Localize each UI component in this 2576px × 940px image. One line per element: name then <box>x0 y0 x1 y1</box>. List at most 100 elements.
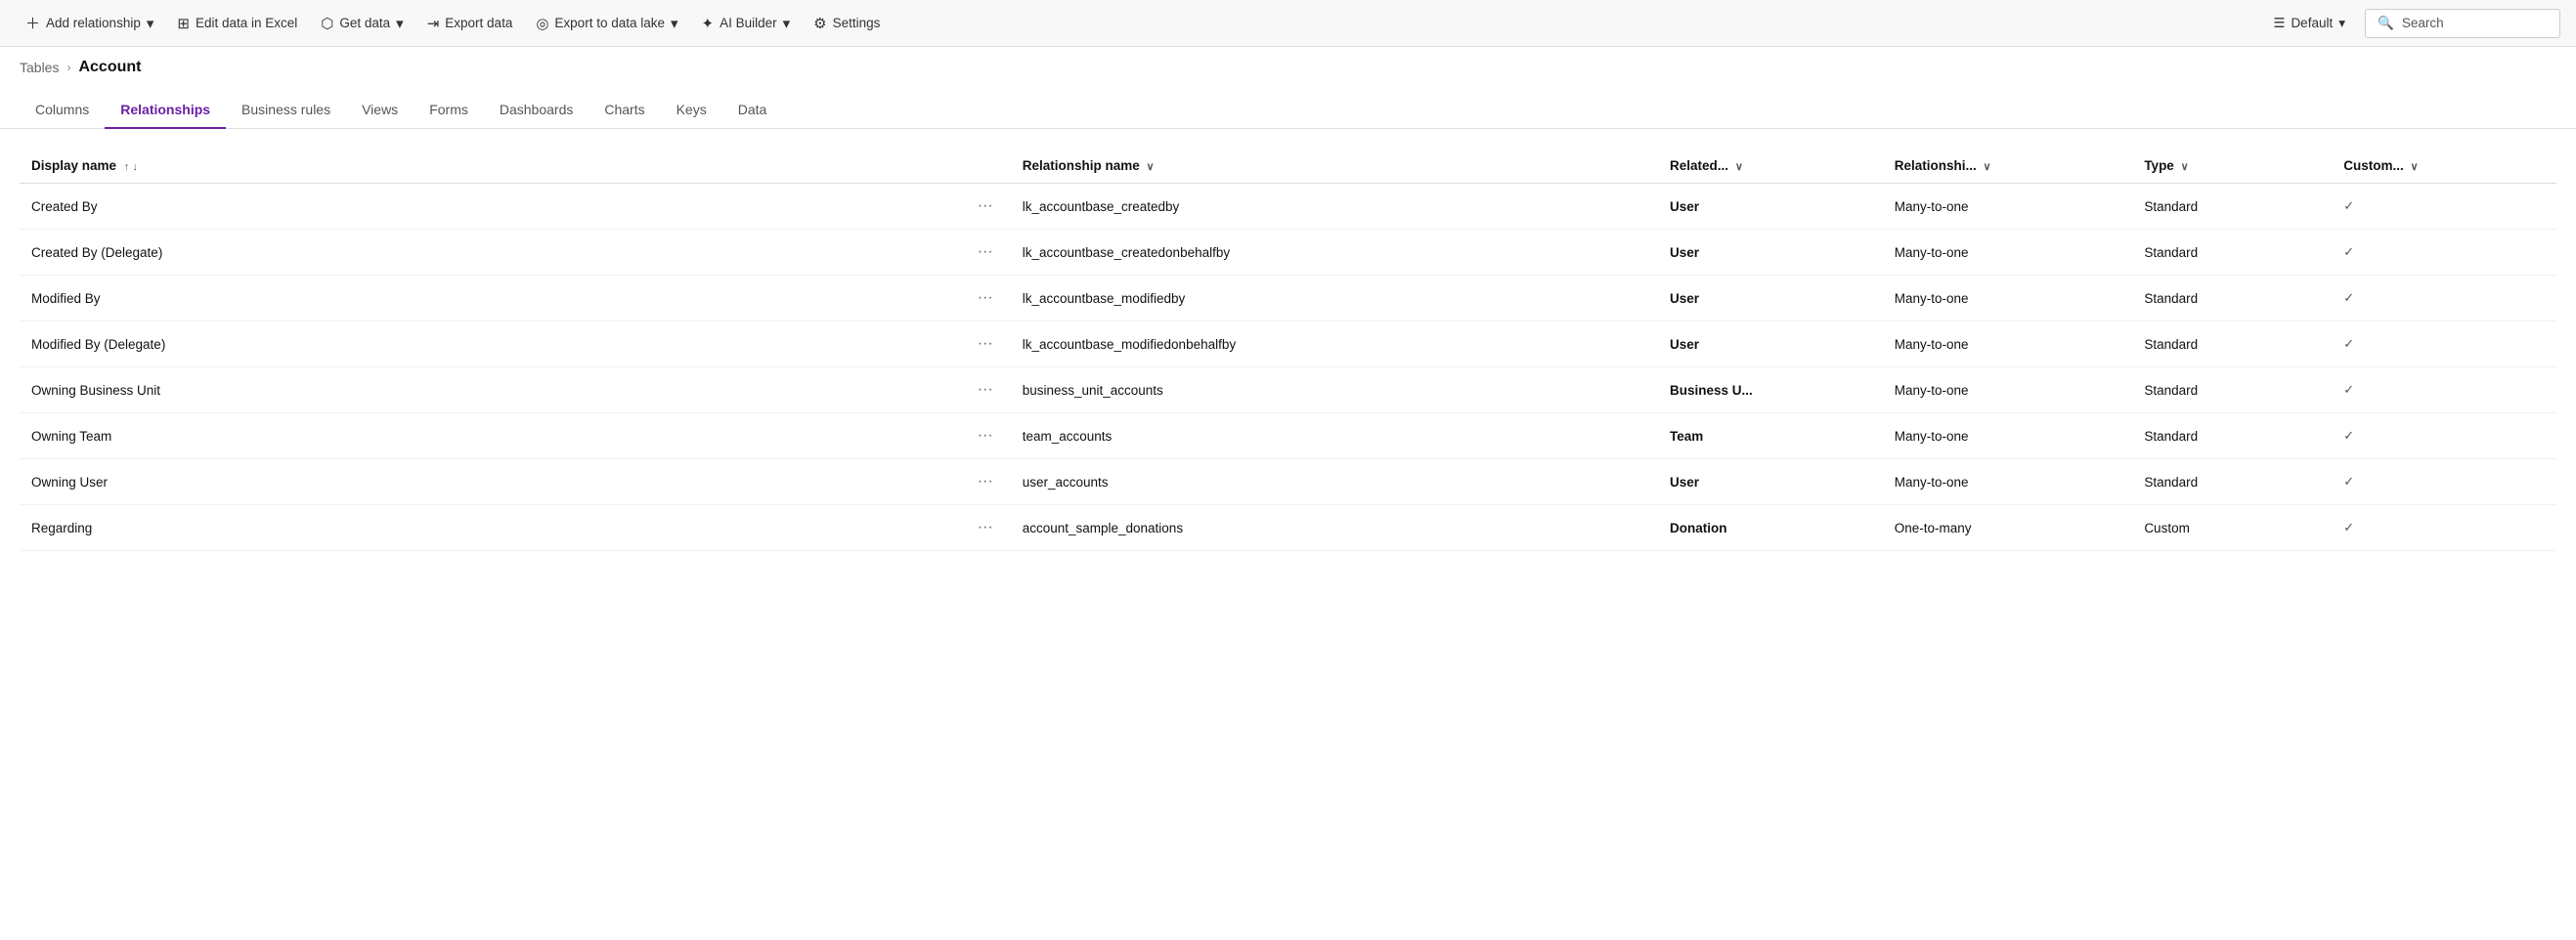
tab-data[interactable]: Data <box>722 92 783 129</box>
table-row: Regarding ··· account_sample_donations D… <box>20 505 2556 551</box>
tab-business-rules[interactable]: Business rules <box>226 92 346 129</box>
row-menu-button[interactable]: ··· <box>972 471 999 492</box>
table-body: Created By ··· lk_accountbase_createdby … <box>20 184 2556 551</box>
cell-dots[interactable]: ··· <box>960 459 1011 505</box>
tab-columns[interactable]: Columns <box>20 92 105 129</box>
search-label: Search <box>2402 16 2444 30</box>
cell-type: Standard <box>2132 230 2332 276</box>
cell-display-name: Owning Team <box>20 413 960 459</box>
get-data-icon: ⬡ <box>321 15 333 32</box>
toolbar-right: ☰ Default ▾ 🔍 Search <box>2261 9 2560 38</box>
search-icon: 🔍 <box>2378 16 2394 31</box>
cell-dots[interactable]: ··· <box>960 321 1011 367</box>
table-row: Created By (Delegate) ··· lk_accountbase… <box>20 230 2556 276</box>
cell-relationship: Many-to-one <box>1883 459 2133 505</box>
custom-checkmark: ✓ <box>2343 244 2354 259</box>
cell-custom: ✓ <box>2332 276 2556 321</box>
col-header-display-name[interactable]: Display name ↑ ↓ <box>20 149 960 184</box>
sort-type: ∨ <box>2181 161 2189 173</box>
export-data-icon: ⇥ <box>427 15 440 32</box>
cell-relationship: Many-to-one <box>1883 321 2133 367</box>
get-data-button[interactable]: ⬡ Get data ▾ <box>311 9 413 38</box>
cell-related: User <box>1658 321 1883 367</box>
cell-custom: ✓ <box>2332 367 2556 413</box>
cell-type: Standard <box>2132 459 2332 505</box>
table-row: Owning User ··· user_accounts User Many-… <box>20 459 2556 505</box>
cell-display-name: Owning User <box>20 459 960 505</box>
cell-custom: ✓ <box>2332 184 2556 230</box>
cell-dots[interactable]: ··· <box>960 276 1011 321</box>
cell-related: Donation <box>1658 505 1883 551</box>
ai-builder-label: AI Builder <box>720 16 777 30</box>
col-header-related[interactable]: Related... ∨ <box>1658 149 1883 184</box>
breadcrumb: Tables › Account <box>0 47 2576 76</box>
cell-type: Custom <box>2132 505 2332 551</box>
cell-custom: ✓ <box>2332 321 2556 367</box>
cell-dots[interactable]: ··· <box>960 184 1011 230</box>
cell-display-name: Modified By <box>20 276 960 321</box>
tab-forms[interactable]: Forms <box>414 92 484 129</box>
cell-relationship: Many-to-one <box>1883 230 2133 276</box>
settings-icon: ⚙ <box>813 15 826 32</box>
get-data-dropdown-icon: ▾ <box>396 15 404 32</box>
col-header-relationship[interactable]: Relationshi... ∨ <box>1883 149 2133 184</box>
sort-relationship: ∨ <box>1983 161 1990 173</box>
row-menu-button[interactable]: ··· <box>972 241 999 263</box>
cell-relationship: One-to-many <box>1883 505 2133 551</box>
cell-custom: ✓ <box>2332 413 2556 459</box>
custom-checkmark: ✓ <box>2343 474 2354 489</box>
sort-custom: ∨ <box>2410 161 2418 173</box>
row-menu-button[interactable]: ··· <box>972 379 999 401</box>
col-header-custom[interactable]: Custom... ∨ <box>2332 149 2556 184</box>
col-header-dots <box>960 149 1011 184</box>
cell-custom: ✓ <box>2332 230 2556 276</box>
cell-dots[interactable]: ··· <box>960 230 1011 276</box>
cell-rel-name: account_sample_donations <box>1011 505 1658 551</box>
ai-builder-button[interactable]: ✦ AI Builder ▾ <box>692 9 801 38</box>
cell-dots[interactable]: ··· <box>960 505 1011 551</box>
tab-relationships[interactable]: Relationships <box>105 92 226 129</box>
cell-type: Standard <box>2132 184 2332 230</box>
cell-display-name: Created By (Delegate) <box>20 230 960 276</box>
row-menu-button[interactable]: ··· <box>972 287 999 309</box>
cell-rel-name: lk_accountbase_modifiedby <box>1011 276 1658 321</box>
cell-rel-name: team_accounts <box>1011 413 1658 459</box>
table-row: Modified By (Delegate) ··· lk_accountbas… <box>20 321 2556 367</box>
cell-relationship: Many-to-one <box>1883 184 2133 230</box>
table-row: Owning Business Unit ··· business_unit_a… <box>20 367 2556 413</box>
custom-checkmark: ✓ <box>2343 290 2354 305</box>
ai-builder-icon: ✦ <box>702 15 715 32</box>
tab-keys[interactable]: Keys <box>661 92 722 129</box>
export-lake-button[interactable]: ◎ Export to data lake ▾ <box>526 9 687 38</box>
cell-related: User <box>1658 276 1883 321</box>
edit-excel-button[interactable]: ⊞ Edit data in Excel <box>167 9 307 38</box>
breadcrumb-current: Account <box>78 59 141 76</box>
cell-type: Standard <box>2132 276 2332 321</box>
export-data-button[interactable]: ⇥ Export data <box>417 9 523 38</box>
search-box[interactable]: 🔍 Search <box>2365 9 2560 38</box>
col-header-rel-name[interactable]: Relationship name ∨ <box>1011 149 1658 184</box>
cell-dots[interactable]: ··· <box>960 367 1011 413</box>
cell-type: Standard <box>2132 367 2332 413</box>
row-menu-button[interactable]: ··· <box>972 425 999 447</box>
cell-custom: ✓ <box>2332 505 2556 551</box>
table-row: Created By ··· lk_accountbase_createdby … <box>20 184 2556 230</box>
table-row: Owning Team ··· team_accounts Team Many-… <box>20 413 2556 459</box>
cell-dots[interactable]: ··· <box>960 413 1011 459</box>
tab-charts[interactable]: Charts <box>589 92 660 129</box>
cell-related: User <box>1658 230 1883 276</box>
col-header-type[interactable]: Type ∨ <box>2132 149 2332 184</box>
row-menu-button[interactable]: ··· <box>972 333 999 355</box>
breadcrumb-tables[interactable]: Tables <box>20 60 59 75</box>
row-menu-button[interactable]: ··· <box>972 195 999 217</box>
tab-dashboards[interactable]: Dashboards <box>484 92 589 129</box>
ai-builder-dropdown-icon: ▾ <box>783 15 791 32</box>
add-relationship-button[interactable]: ＋ Add relationship ▾ <box>16 7 163 39</box>
row-menu-button[interactable]: ··· <box>972 517 999 538</box>
settings-button[interactable]: ⚙ Settings <box>804 9 890 38</box>
default-button[interactable]: ☰ Default ▾ <box>2261 10 2357 37</box>
excel-icon: ⊞ <box>177 15 190 32</box>
tab-views[interactable]: Views <box>346 92 414 129</box>
table-header-row: Display name ↑ ↓ Relationship name ∨ Rel… <box>20 149 2556 184</box>
tab-bar: Columns Relationships Business rules Vie… <box>0 80 2576 129</box>
